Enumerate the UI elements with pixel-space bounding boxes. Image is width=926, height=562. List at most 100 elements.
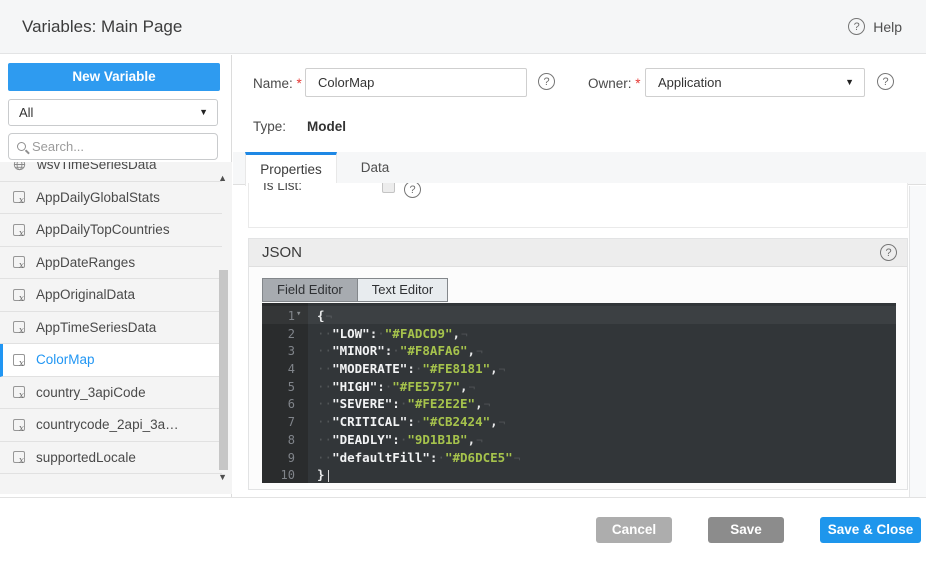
help-label: Help [873,19,902,35]
name-input[interactable] [305,68,527,97]
code-text: ··"HIGH":·"#FE5757",¬ [308,379,475,394]
cancel-button[interactable]: Cancel [596,517,672,543]
variable-icon [13,289,25,301]
tab-properties[interactable]: Properties [245,152,337,186]
code-text: ··"DEADLY":·"9D1B1B",¬ [308,432,483,447]
owner-select[interactable]: Application ▼ [645,68,865,97]
code-text: ··"MINOR":·"#F8AFA6",¬ [308,343,483,358]
json-help-icon[interactable]: ? [880,244,897,261]
code-text: ··"MODERATE":·"#FE8181",¬ [308,361,505,376]
json-value: "#FADCD9" [385,326,453,341]
fold-caret-icon[interactable]: ▾ [296,306,301,324]
code-line-7[interactable]: 7··"CRITICAL":·"#CB2424",¬ [262,412,896,430]
variable-name: AppDateRanges [36,255,135,270]
sidebar-item-AppTimeSeriesData[interactable]: AppTimeSeriesData [0,312,222,345]
sidebar-item-ColorMap[interactable]: ColorMap [0,344,222,377]
type-value: Model [307,119,346,134]
code-line-6[interactable]: 6··"SEVERE":·"#FE2E2E",¬ [262,394,896,412]
variable-name: AppDailyTopCountries [36,222,170,237]
code-line-10[interactable]: 10} [262,465,896,483]
json-key: "CRITICAL" [332,414,407,429]
variable-name: AppTimeSeriesData [36,320,156,335]
json-value: "#FE8181" [422,361,490,376]
sidebar-scrollbar-thumb[interactable] [219,270,228,470]
json-section-header: JSON ? [249,239,907,267]
is-list-label: Is List: [263,183,302,193]
sidebar-item-countrycode_2api_3a…[interactable]: countrycode_2api_3a… [0,409,222,442]
field-editor-tab[interactable]: Field Editor [263,279,357,301]
json-section: JSON ? Field Editor Text Editor 1▾{¬2··"… [248,238,908,490]
chevron-down-icon: ▼ [845,69,854,96]
required-marker: * [635,76,640,91]
type-filter-dropdown[interactable]: All ▼ [8,99,218,126]
code-text: ··"LOW":·"#FADCD9",¬ [308,326,468,341]
search-box [8,133,218,160]
variable-name: countrycode_2api_3a… [36,417,179,432]
sidebar-item-supportedLocale[interactable]: supportedLocale [0,442,222,475]
type-label: Type: [253,119,286,134]
variable-icon [13,354,25,366]
sidebar-item-wsvTimeSeriesData[interactable]: wsvTimeSeriesData [0,162,222,182]
help-icon: ? [848,18,865,35]
variable-icon [13,419,25,431]
globe-icon [13,162,26,171]
json-key: "HIGH" [332,379,377,394]
is-list-checkbox[interactable] [382,183,395,193]
sidebar-item-AppDailyGlobalStats[interactable]: AppDailyGlobalStats [0,182,222,215]
name-label: Name: * [253,76,302,91]
sidebar-item-AppDateRanges[interactable]: AppDateRanges [0,247,222,280]
json-key: "SEVERE" [332,396,392,411]
json-key: "DEADLY" [332,432,392,447]
variable-icon [13,191,25,203]
json-value: "#F8AFA6" [400,343,468,358]
json-value: "9D1B1B" [407,432,467,447]
code-text: } [308,467,329,482]
sidebar-item-AppDailyTopCountries[interactable]: AppDailyTopCountries [0,214,222,247]
json-key: "defaultFill" [332,450,430,465]
scroll-down-icon[interactable]: ▼ [218,472,227,482]
code-line-2[interactable]: 2··"LOW":·"#FADCD9",¬ [262,324,896,342]
owner-label: Owner: * [588,76,641,91]
owner-help-icon[interactable]: ? [877,73,894,90]
variable-name: country_3apiCode [36,385,146,400]
json-value: "#FE5757" [392,379,460,394]
variables-page: Variables: Main Page ? Help New Variable… [0,0,926,562]
variable-name: wsvTimeSeriesData [37,162,157,172]
search-input[interactable] [32,139,192,154]
code-line-9[interactable]: 9··"defaultFill":·"#D6DCE5"¬ [262,448,896,466]
code-line-3[interactable]: 3··"MINOR":·"#F8AFA6",¬ [262,341,896,359]
json-code-editor[interactable]: 1▾{¬2··"LOW":·"#FADCD9",¬3··"MINOR":·"#F… [262,303,896,483]
variable-name: AppOriginalData [36,287,135,302]
sidebar-item-country_3apiCode[interactable]: country_3apiCode [0,377,222,410]
save-and-close-button[interactable]: Save & Close [820,517,921,543]
variable-icon [13,224,25,236]
variable-icon [13,321,25,333]
json-key: "MINOR" [332,343,385,358]
help-button[interactable]: ? Help [848,18,902,35]
code-line-8[interactable]: 8··"DEADLY":·"9D1B1B",¬ [262,430,896,448]
code-line-1[interactable]: 1▾{¬ [262,306,896,324]
variable-icon [13,386,25,398]
footer-divider [0,497,926,498]
panel-scrollbar-track[interactable] [909,186,926,497]
chevron-down-icon: ▼ [199,100,208,125]
name-help-icon[interactable]: ? [538,73,555,90]
scroll-up-icon[interactable]: ▲ [218,173,227,183]
text-editor-tab[interactable]: Text Editor [357,279,447,301]
variable-list: wsvTimeSeriesData AppDailyGlobalStats AppD… [0,162,232,494]
code-line-4[interactable]: 4··"MODERATE":·"#FE8181",¬ [262,359,896,377]
code-lines: 1▾{¬2··"LOW":·"#FADCD9",¬3··"MINOR":·"#F… [262,303,896,483]
code-text: ··"SEVERE":·"#FE2E2E",¬ [308,396,490,411]
variable-name: AppDailyGlobalStats [36,190,160,205]
save-button[interactable]: Save [708,517,784,543]
variable-icon [13,451,25,463]
code-text: {¬ [308,308,332,323]
is-list-help-icon[interactable]: ? [404,183,421,198]
new-variable-button[interactable]: New Variable [8,63,220,91]
sidebar-item-AppOriginalData[interactable]: AppOriginalData [0,279,222,312]
tab-data[interactable]: Data [337,152,413,185]
variable-name: supportedLocale [36,450,136,465]
page-title: Variables: Main Page [22,17,182,37]
code-line-5[interactable]: 5··"HIGH":·"#FE5757",¬ [262,377,896,395]
json-section-title: JSON [262,244,302,261]
